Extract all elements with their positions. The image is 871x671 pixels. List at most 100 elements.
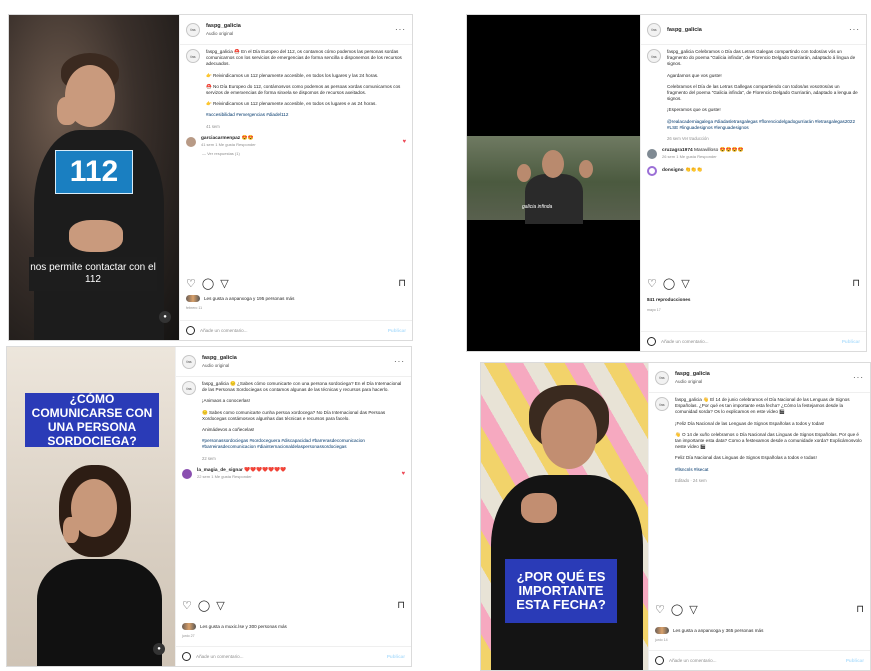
save-icon[interactable]: ⊓: [856, 604, 864, 615]
caption-time[interactable]: 26 sem Ver traducción: [667, 136, 860, 142]
comment-icon[interactable]: ◯: [663, 277, 675, 290]
comment-username[interactable]: la_magia_de_signar: [197, 468, 243, 473]
comment-icon[interactable]: ◯: [202, 277, 214, 290]
save-icon[interactable]: ⊓: [852, 278, 860, 289]
post-1-add-comment[interactable]: Añade un comentario... Publicar: [180, 320, 412, 340]
post-4-body: fas faspg_galicia 👋 El 14 de junio celeb…: [655, 397, 864, 601]
post-2-video-frame[interactable]: galicia infinda: [467, 15, 640, 351]
post-3-body: fas faspg_galicia 😔 ¿Sabes cómo comunica…: [182, 381, 405, 587]
caption-paragraph: Feliz Día Nacional das Linguas de Signos…: [675, 455, 817, 461]
post-2-video[interactable]: galicia infinda: [467, 136, 640, 224]
emoji-icon[interactable]: [647, 337, 656, 346]
post-3-avatar[interactable]: fas: [182, 354, 196, 369]
publish-button[interactable]: Publicar: [387, 654, 405, 659]
post-2-avatar[interactable]: fas: [647, 22, 661, 37]
heart-icon[interactable]: ♡: [655, 603, 665, 616]
caption-hashtags[interactable]: #accesibilidad #emergencias #diadel112: [206, 112, 406, 118]
likers-avatars: [182, 623, 196, 630]
post-2-add-comment[interactable]: Añade un comentario... Publicar: [641, 331, 866, 351]
share-icon[interactable]: ▽: [216, 599, 224, 612]
post-3-likes[interactable]: Les gusta a muxic.lse y 300 personas más: [182, 623, 287, 630]
comment-meta[interactable]: 22 sem 1 Me gusta Responder: [197, 474, 286, 480]
more-icon[interactable]: ···: [395, 25, 406, 34]
post-3-add-comment[interactable]: Añade un comentario... Publicar: [176, 646, 411, 666]
caption-hashtags[interactable]: #llsncnls #lsecat: [675, 467, 864, 473]
comment-username[interactable]: cruzagra1974: [662, 148, 693, 153]
post-3-video[interactable]: ¿CÓMO COMUNICARSE CON UNA PERSONA SORDOC…: [7, 347, 175, 666]
post-2-caption-avatar[interactable]: fas: [647, 49, 661, 63]
add-comment-input[interactable]: Añade un comentario...: [196, 654, 244, 659]
heart-icon[interactable]: ♡: [182, 599, 192, 612]
post-1-mute-icon[interactable]: ●: [159, 311, 171, 323]
post-2-username[interactable]: faspg_galicia: [667, 26, 702, 34]
comment-heart-icon[interactable]: ♥: [401, 471, 405, 477]
publish-button[interactable]: Publicar: [388, 328, 406, 333]
emoji-icon[interactable]: [655, 656, 664, 665]
caption-paragraph: faspg_galicia 😔 ¿Sabes cómo comunicarte …: [202, 381, 402, 393]
post-2-views[interactable]: 841 reproducciones: [647, 297, 690, 302]
post-1-likes[interactable]: Les gusta a anpanxoga y 195 personas más: [186, 295, 294, 302]
comment-avatar[interactable]: [647, 149, 657, 160]
heart-icon[interactable]: ♡: [186, 277, 196, 290]
post-4-video[interactable]: ¿POR QUÉ ES IMPORTANTE ESTA FECHA?: [481, 363, 648, 670]
more-icon[interactable]: ···: [853, 373, 864, 382]
post-1-header: fas faspg_galicia Audio original ···: [180, 15, 412, 45]
caption-hashtags[interactable]: @realacademiagalega #diadasletrasgalegas…: [667, 119, 860, 131]
post-2-actions: ♡ ◯ ▽ ⊓: [647, 277, 860, 290]
add-comment-input[interactable]: Añade un comentario...: [669, 658, 717, 663]
caption-paragraph: faspg_galicia 👋 El 14 de junio celebramo…: [675, 397, 850, 415]
post-1-body: fas faspg_galicia ⛑️ En el Día Europeo d…: [186, 49, 406, 273]
emoji-icon[interactable]: [186, 326, 195, 335]
post-3-mute-icon[interactable]: ●: [153, 643, 165, 655]
comment-heart-icon[interactable]: ♥: [402, 139, 406, 145]
caption-paragraph: Celebramos el Día de las Letras Gallegas…: [667, 83, 858, 102]
more-icon[interactable]: ···: [394, 357, 405, 366]
comment-avatar[interactable]: [186, 136, 196, 147]
post-4-panel: fas faspg_galicia Audio original ··· fas…: [648, 363, 870, 670]
likers-avatars: [186, 295, 200, 302]
post-3-username[interactable]: faspg_galicia: [202, 354, 237, 362]
post-1-overlay-caption: nos permite contactar con el 112: [29, 257, 157, 291]
heart-icon[interactable]: ♡: [647, 277, 657, 290]
view-replies[interactable]: — Ver respuestas (1): [202, 151, 406, 156]
post-4-audio[interactable]: Audio original: [675, 378, 710, 386]
post-4-avatar[interactable]: fas: [655, 370, 669, 385]
save-icon[interactable]: ⊓: [397, 600, 405, 611]
caption-paragraph: faspg_galicia ⛑️ En el Día Europeo del 1…: [206, 49, 402, 67]
comment-icon[interactable]: ◯: [198, 599, 210, 612]
publish-button[interactable]: Publicar: [846, 658, 864, 663]
emoji-icon[interactable]: [182, 652, 191, 661]
post-1-video[interactable]: 112 nos permite contactar con el 112 ●: [9, 15, 179, 340]
save-icon[interactable]: ⊓: [398, 278, 406, 289]
post-4-caption-avatar[interactable]: fas: [655, 397, 669, 411]
post-3-overlay: ¿CÓMO COMUNICARSE CON UNA PERSONA SORDOC…: [25, 392, 159, 448]
publish-button[interactable]: Publicar: [842, 339, 860, 344]
comment-avatar[interactable]: [647, 166, 657, 177]
caption-time: 41 sem: [206, 123, 220, 129]
comment-meta[interactable]: 41 sem 1 Me gusta Responder: [201, 142, 256, 148]
caption-hashtags[interactable]: #personassordociegas #sordoceguera #disc…: [202, 438, 405, 450]
more-icon[interactable]: ···: [849, 25, 860, 34]
post-1-username[interactable]: faspg_galicia: [206, 22, 241, 30]
post-3-audio[interactable]: Audio original: [202, 362, 237, 370]
share-icon[interactable]: ▽: [681, 277, 689, 290]
share-icon[interactable]: ▽: [689, 603, 697, 616]
post-4-likes[interactable]: Les gusta a anpanxoga y 365 personas más: [655, 627, 763, 634]
post-4-add-comment[interactable]: Añade un comentario... Publicar: [649, 650, 870, 670]
comment-username[interactable]: donsigno: [662, 168, 684, 173]
post-4-header: fas faspg_galicia Audio original ···: [649, 363, 870, 393]
post-1-audio[interactable]: Audio original: [206, 30, 241, 38]
comment-icon[interactable]: ◯: [671, 603, 683, 616]
post-1-caption-avatar[interactable]: fas: [186, 49, 200, 63]
add-comment-input[interactable]: Añade un comentario...: [661, 339, 709, 344]
add-comment-input[interactable]: Añade un comentario...: [200, 328, 248, 333]
post-1-panel: fas faspg_galicia Audio original ··· fas…: [179, 15, 412, 340]
comment-item: la_magia_de_signar ❤️❤️❤️❤️❤️❤️❤️ 22 sem…: [182, 468, 405, 480]
comment-meta[interactable]: 26 sem 1 Me gusta Responder: [662, 154, 744, 160]
post-3-caption-avatar[interactable]: fas: [182, 381, 196, 395]
post-1-avatar[interactable]: fas: [186, 22, 200, 37]
comment-username[interactable]: garciacarmenpaz: [201, 136, 240, 141]
post-4-username[interactable]: faspg_galicia: [675, 370, 710, 378]
comment-avatar[interactable]: [182, 468, 192, 479]
share-icon[interactable]: ▽: [220, 277, 228, 290]
